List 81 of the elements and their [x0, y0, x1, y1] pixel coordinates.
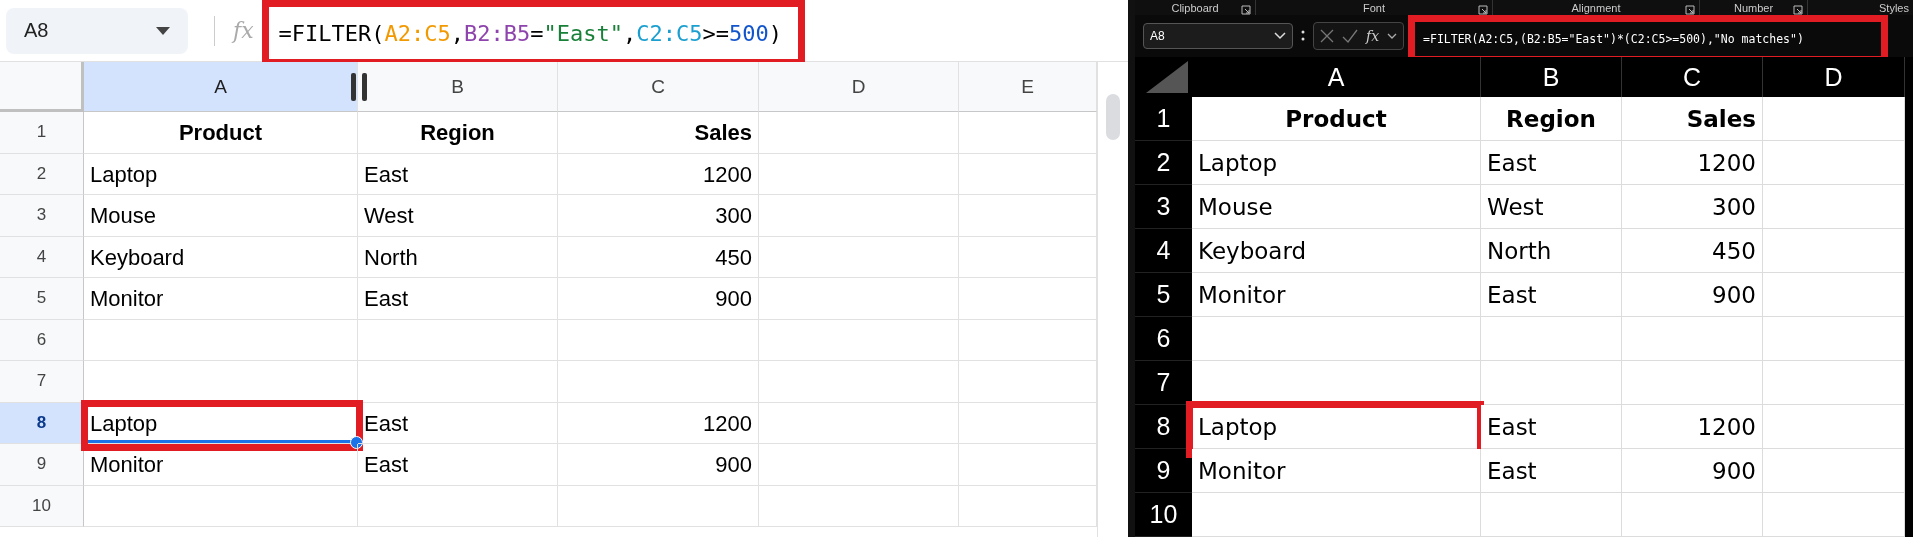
table-cell: Product	[1192, 97, 1481, 141]
fx-label[interactable]: fx	[1366, 28, 1380, 44]
fx-label: fx	[233, 18, 254, 43]
table-cell: Keyboard	[84, 236, 358, 278]
dialog-launcher-icon[interactable]	[1478, 5, 1488, 15]
name-box[interactable]: A8	[6, 7, 188, 54]
row-header[interactable]: 5	[0, 278, 84, 320]
column-header[interactable]: A	[84, 62, 358, 112]
table-cell: Sales	[558, 112, 759, 154]
table-cell: East	[358, 402, 558, 444]
formula-input[interactable]: =FILTER(A2:C5,B2:B5="East",C2:C5>=500)	[278, 20, 782, 46]
chevron-icon	[1387, 32, 1398, 40]
name-box[interactable]: A8	[1143, 23, 1293, 49]
row-header[interactable]: 10	[0, 485, 84, 527]
table-cell: 1200	[1622, 141, 1763, 185]
table-cell: 1200	[1622, 405, 1763, 449]
table-cell: Laptop	[1192, 141, 1481, 185]
table-cell: 300	[1622, 185, 1763, 229]
table-cell: East	[1481, 273, 1622, 317]
row-header[interactable]: 8	[1135, 405, 1192, 449]
more-icon[interactable]	[1301, 29, 1305, 43]
column-header[interactable]: E	[959, 62, 1097, 112]
ribbon-group-label: Styles	[1879, 1, 1909, 14]
table-cell: Monitor	[1192, 273, 1481, 317]
table-cell: East	[358, 278, 558, 320]
table-cell: Product	[84, 112, 358, 154]
dialog-launcher-icon[interactable]	[1241, 5, 1251, 15]
table-cell: 450	[1622, 229, 1763, 273]
row-header[interactable]: 8	[0, 402, 84, 444]
table-cell: Monitor	[84, 278, 358, 320]
row-header[interactable]: 4	[0, 236, 84, 278]
ribbon-group-label: Clipboard	[1171, 1, 1219, 14]
table-cell: Laptop	[84, 153, 358, 195]
row-header[interactable]: 3	[0, 195, 84, 237]
dialog-launcher-icon[interactable]	[1685, 5, 1695, 15]
row-header[interactable]: 9	[0, 444, 84, 486]
ribbon-group-label: Alignment	[1571, 1, 1621, 14]
column-header[interactable]: D	[759, 62, 959, 112]
row-header[interactable]: 6	[0, 319, 84, 361]
ribbon-group-label: Number	[1733, 1, 1774, 14]
table-cell: East	[1481, 405, 1622, 449]
table-cell: Sales	[1622, 97, 1763, 141]
table-cell: East	[358, 153, 558, 195]
table-cell: Region	[358, 112, 558, 154]
table-cell: 1200	[558, 402, 759, 444]
table-cell: East	[1481, 141, 1622, 185]
cancel-icon[interactable]	[1320, 29, 1334, 43]
scrollbar-thumb[interactable]	[1106, 94, 1120, 140]
table-cell: North	[358, 236, 558, 278]
table-cell: West	[358, 195, 558, 237]
table-cell: North	[1481, 229, 1622, 273]
row-header[interactable]: 7	[0, 361, 84, 403]
table-cell: Mouse	[1192, 185, 1481, 229]
row-header[interactable]: 2	[0, 153, 84, 195]
table-cell: Keyboard	[1192, 229, 1481, 273]
chevron-icon	[1274, 32, 1286, 40]
table-cell: Monitor	[84, 444, 358, 486]
row-header[interactable]: 1	[0, 112, 84, 154]
table-cell: 900	[1622, 449, 1763, 493]
table-cell: 300	[558, 195, 759, 237]
table-cell: East	[358, 444, 558, 486]
table-cell: Mouse	[84, 195, 358, 237]
table-cell: 900	[558, 278, 759, 320]
formula-input[interactable]: =FILTER(A2:C5,(B2:B5="East")*(C2:C5>=500),"No matches")	[1423, 32, 1804, 46]
table-cell: Laptop	[84, 402, 358, 444]
table-cell: East	[1481, 449, 1622, 493]
dialog-launcher-icon[interactable]	[1793, 5, 1803, 15]
table-cell: West	[1481, 185, 1622, 229]
check-icon[interactable]	[1342, 29, 1358, 43]
column-header[interactable]: C	[558, 62, 759, 112]
table-cell: 900	[558, 444, 759, 486]
column-header[interactable]: B	[358, 62, 558, 112]
table-cell: 450	[558, 236, 759, 278]
select-all-icon[interactable]	[1146, 61, 1188, 93]
table-cell: 1200	[558, 153, 759, 195]
ribbon-group-label: Font	[1363, 1, 1385, 14]
caret-icon	[156, 26, 170, 35]
table-cell: Region	[1481, 97, 1622, 141]
table-cell: Monitor	[1192, 449, 1481, 493]
column-resize-handle[interactable]	[351, 73, 367, 101]
table-cell: 900	[1622, 273, 1763, 317]
